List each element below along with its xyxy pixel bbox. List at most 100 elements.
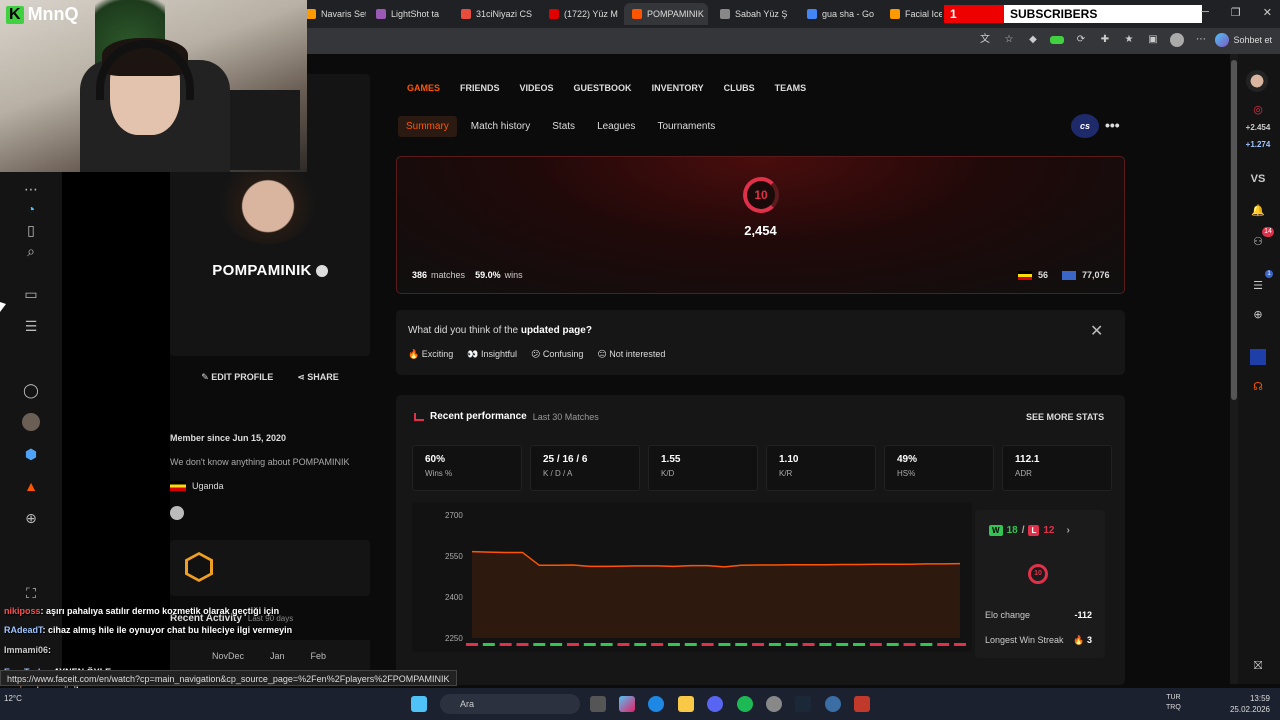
star-icon[interactable]: ☆ xyxy=(1002,33,1016,47)
add-icon[interactable]: ⊕ xyxy=(22,509,40,527)
match-result-mark[interactable] xyxy=(667,643,680,646)
app-icon[interactable] xyxy=(825,696,841,712)
more-icon[interactable]: ⋯ xyxy=(1194,33,1208,47)
puzzle-icon[interactable]: ✚ xyxy=(1098,33,1112,47)
match-result-mark[interactable] xyxy=(903,643,916,646)
match-result-mark[interactable] xyxy=(482,643,495,646)
match-result-mark[interactable] xyxy=(516,643,529,646)
scrollbar-thumb[interactable] xyxy=(1231,60,1237,400)
search-icon[interactable]: ⌕ xyxy=(22,242,40,260)
list-icon[interactable]: ☰ xyxy=(22,317,40,335)
discord-icon[interactable] xyxy=(707,696,723,712)
subtab-summary[interactable]: Summary xyxy=(398,116,457,137)
language-indicator[interactable]: TUR TRQ xyxy=(1166,693,1181,713)
settings-icon[interactable] xyxy=(766,696,782,712)
vs-button[interactable]: VS xyxy=(1246,171,1270,187)
browser-tab[interactable]: gua sha - Go xyxy=(799,3,879,25)
match-result-mark[interactable] xyxy=(752,643,765,646)
copilot-icon[interactable] xyxy=(619,696,635,712)
feedback-close-icon[interactable]: ✕ xyxy=(1090,321,1103,341)
share-button[interactable]: ⋖ SHARE xyxy=(297,372,339,383)
feedback-not-interested-button[interactable]: 😑 Not interested xyxy=(597,349,665,360)
match-result-mark[interactable] xyxy=(466,643,478,646)
match-result-mark[interactable] xyxy=(853,643,866,646)
minimize-icon[interactable]: ─ xyxy=(1201,6,1209,19)
explorer-icon[interactable] xyxy=(678,696,694,712)
match-result-mark[interactable] xyxy=(684,643,697,646)
shield-icon[interactable]: ⬢ xyxy=(22,445,40,463)
more-icon[interactable]: ⋯ xyxy=(22,180,40,198)
video-icon[interactable]: ▭ xyxy=(22,285,40,303)
vanguard-icon[interactable] xyxy=(854,696,870,712)
match-result-mark[interactable] xyxy=(802,643,815,646)
copilot-icon[interactable]: ◔ xyxy=(22,200,40,218)
friends-icon[interactable]: ☰ xyxy=(1250,278,1266,294)
match-result-mark[interactable] xyxy=(600,643,613,646)
battery-icon[interactable] xyxy=(1050,36,1064,44)
spotify-icon[interactable] xyxy=(737,696,753,712)
match-result-mark[interactable] xyxy=(718,643,731,646)
add-circle-icon[interactable]: ⊕ xyxy=(1250,307,1266,323)
match-result-mark[interactable] xyxy=(499,643,512,646)
feedback-insightful-button[interactable]: 👀 Insightful xyxy=(467,349,517,360)
start-icon[interactable] xyxy=(411,696,427,712)
close-icon[interactable]: ✕ xyxy=(1263,6,1272,19)
restore-icon[interactable]: ❐ xyxy=(1231,6,1241,19)
game-selector-button[interactable]: cs xyxy=(1071,114,1099,138)
more-options-icon[interactable]: ••• xyxy=(1105,117,1120,133)
club-icon[interactable] xyxy=(1250,349,1266,365)
feedback-exciting-button[interactable]: 🔥 Exciting xyxy=(408,349,453,360)
browser-tab[interactable]: Sabah Yüz Ş xyxy=(712,3,796,25)
match-result-mark[interactable] xyxy=(617,643,630,646)
match-result-mark[interactable] xyxy=(583,643,596,646)
match-result-mark[interactable] xyxy=(920,643,933,646)
edge-icon[interactable] xyxy=(648,696,664,712)
match-result-mark[interactable] xyxy=(819,643,832,646)
task-view-icon[interactable] xyxy=(590,696,606,712)
translate-icon[interactable]: 文 xyxy=(978,33,992,47)
match-result-mark[interactable] xyxy=(634,643,647,646)
collections-icon[interactable]: ▣ xyxy=(1146,33,1160,47)
subtab-match-history[interactable]: Match history xyxy=(463,116,538,137)
headset-icon[interactable]: ☊ xyxy=(1250,379,1266,395)
subtab-stats[interactable]: Stats xyxy=(544,116,583,137)
see-more-stats-link[interactable]: SEE MORE STATS xyxy=(1026,412,1104,422)
tab-games[interactable]: GAMES xyxy=(407,83,440,93)
gift-icon[interactable]: ⛝ xyxy=(1250,658,1266,674)
subtab-tournaments[interactable]: Tournaments xyxy=(649,116,723,137)
user-avatar[interactable] xyxy=(1246,70,1268,92)
feedback-confusing-button[interactable]: 😕 Confusing xyxy=(531,349,583,360)
browser-tab[interactable]: POMPAMINIK xyxy=(624,3,708,25)
tab-teams[interactable]: TEAMS xyxy=(775,83,807,93)
expand-icon[interactable]: ⛶ xyxy=(22,584,40,602)
refresh-icon[interactable]: ⟳ xyxy=(1074,33,1088,47)
steam-icon[interactable] xyxy=(795,696,811,712)
browser-tab[interactable]: 31ciNiyazi CS xyxy=(453,3,537,25)
match-result-mark[interactable] xyxy=(954,643,966,646)
match-result-mark[interactable] xyxy=(533,643,546,646)
match-result-mark[interactable] xyxy=(651,643,664,646)
browser-tab[interactable]: (1722) Yüz M xyxy=(541,3,621,25)
profile-icon[interactable] xyxy=(1170,33,1184,47)
match-result-mark[interactable] xyxy=(701,643,714,646)
match-result-mark[interactable] xyxy=(566,643,579,646)
win-loss-summary[interactable]: W 18 / L 12 › xyxy=(989,525,1070,536)
shield-icon[interactable]: ◆ xyxy=(1026,33,1040,47)
match-result-mark[interactable] xyxy=(550,643,563,646)
match-result-mark[interactable] xyxy=(869,643,882,646)
subtab-leagues[interactable]: Leagues xyxy=(589,116,643,137)
match-result-mark[interactable] xyxy=(735,643,748,646)
tab-guestbook[interactable]: GUESTBOOK xyxy=(574,83,632,93)
browser-tab[interactable]: Facial Ice R xyxy=(882,3,942,25)
match-result-mark[interactable] xyxy=(886,643,899,646)
ring-icon[interactable]: ◯ xyxy=(22,381,40,399)
tab-friends[interactable]: FRIENDS xyxy=(460,83,500,93)
steam-icon[interactable] xyxy=(170,506,184,520)
match-result-mark[interactable] xyxy=(937,643,950,646)
party-icon[interactable]: ⚇ xyxy=(1250,234,1266,250)
edit-profile-button[interactable]: ✎ EDIT PROFILE xyxy=(201,372,273,383)
chat-button[interactable]: Sohbet et xyxy=(1215,33,1272,47)
tab-videos[interactable]: VIDEOS xyxy=(520,83,554,93)
favorites-icon[interactable]: ★ xyxy=(1122,33,1136,47)
match-result-mark[interactable] xyxy=(785,643,798,646)
